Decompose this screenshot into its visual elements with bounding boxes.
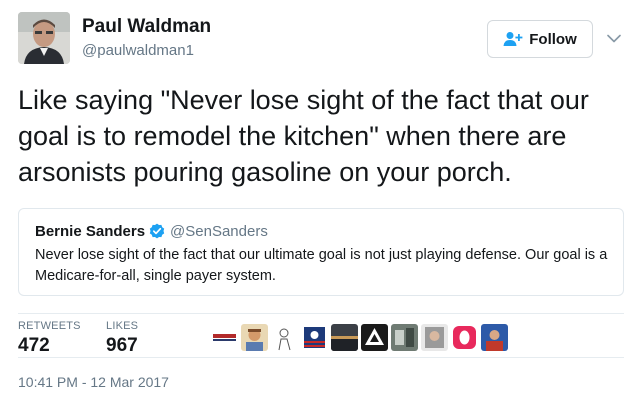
follow-label: Follow — [529, 30, 577, 48]
add-user-icon — [503, 32, 523, 46]
follow-button[interactable]: Follow — [487, 20, 593, 58]
likes-stat[interactable]: LIKES 967 — [106, 320, 138, 357]
liker-avatar-5[interactable] — [331, 323, 358, 351]
tweet-stats: RETWEETS 472 LIKES 967 — [18, 313, 624, 357]
liker-avatar-10[interactable] — [481, 323, 508, 351]
tweet-text: Like saying "Never lose sight of the fac… — [18, 85, 589, 187]
stats-divider — [18, 357, 624, 358]
liker-avatar-9[interactable] — [451, 323, 478, 351]
liker-avatars — [211, 322, 508, 352]
retweets-count: 472 — [18, 335, 50, 356]
liker-avatar-8[interactable] — [421, 323, 448, 351]
liker-avatar-4[interactable] — [301, 323, 328, 351]
quoted-tweet-card[interactable]: Bernie Sanders @SenSanders Never lose si… — [18, 208, 624, 296]
author-name[interactable]: Paul Waldman — [82, 16, 211, 38]
liker-avatar-6[interactable] — [361, 323, 388, 351]
quoted-author-handle: @SenSanders — [170, 222, 268, 240]
likes-count: 967 — [106, 335, 138, 356]
quoted-author-name: Bernie Sanders — [35, 222, 146, 240]
retweets-label: RETWEETS — [18, 320, 81, 332]
chevron-down-icon — [607, 34, 621, 42]
avatar-photo — [18, 12, 70, 64]
more-menu-button[interactable] — [604, 28, 624, 48]
liker-avatar-2[interactable] — [241, 323, 268, 351]
retweets-stat[interactable]: RETWEETS 472 — [18, 320, 81, 357]
likes-label: LIKES — [106, 320, 139, 332]
author-avatar[interactable] — [18, 12, 70, 64]
verified-badge-icon — [149, 223, 165, 239]
author-handle[interactable]: @paulwaldman1 — [82, 42, 194, 59]
liker-avatar-3[interactable] — [271, 323, 298, 351]
liker-avatar-7[interactable] — [391, 323, 418, 351]
quoted-tweet-text: Never lose sight of the fact that our ul… — [35, 247, 608, 284]
tweet-timestamp[interactable]: 10:41 PM - 12 Mar 2017 — [18, 374, 169, 390]
quoted-tweet-header: Bernie Sanders @SenSanders — [35, 221, 607, 241]
liker-avatar-1[interactable] — [211, 323, 238, 351]
